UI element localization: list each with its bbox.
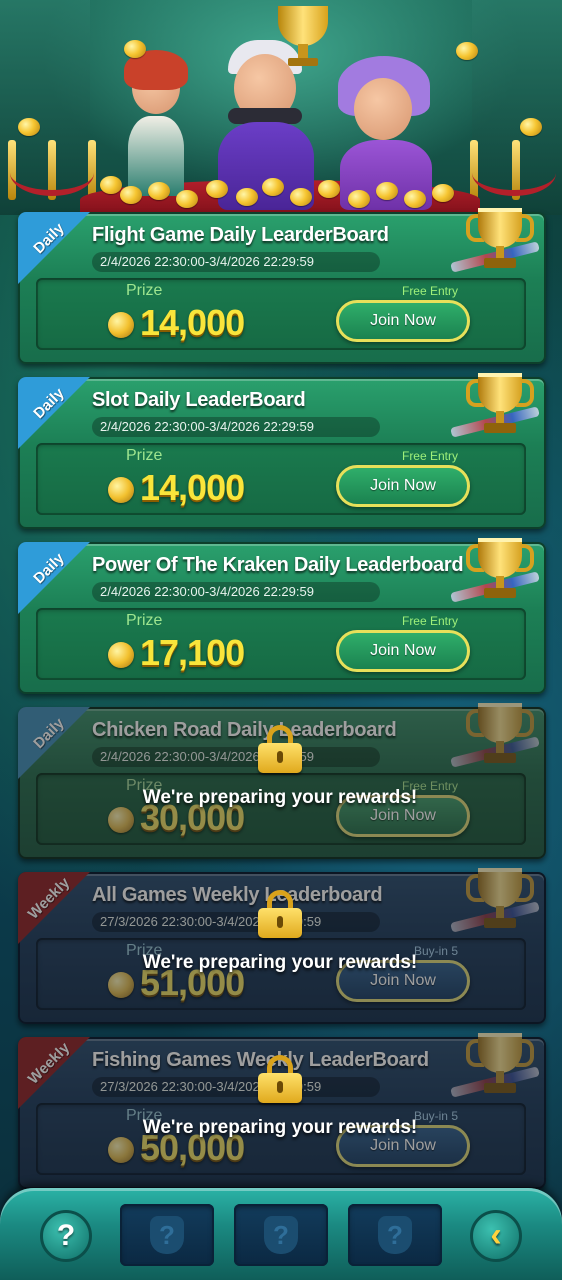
- question-shield-icon: ?: [264, 1216, 298, 1254]
- leaderboard-title: Slot Daily LeaderBoard: [92, 389, 306, 411]
- velvet-rope: [10, 150, 94, 196]
- leaderboard-title: Fishing Games Weekly LeaderBoard: [92, 1049, 429, 1071]
- entry-label: Buy-in 5: [413, 944, 458, 958]
- daily-tag: Daily: [18, 542, 90, 614]
- coin-icon: [108, 1137, 134, 1163]
- leaderboard-dates: 2/4/2026 22:30:00-3/4/2026 22:29:59: [92, 582, 380, 602]
- trophy-icon: [450, 695, 540, 785]
- leaderboard-title: Power Of The Kraken Daily Leaderboard: [92, 554, 464, 576]
- prize-value: 30,000: [140, 797, 245, 838]
- leaderboard-title: All Games Weekly Leaderboard: [92, 884, 383, 906]
- coin-icon: [108, 642, 134, 668]
- prize-label: Prize: [126, 1107, 163, 1124]
- weekly-tag: Weekly: [18, 872, 90, 944]
- prize-value: 14,000: [140, 467, 245, 508]
- leaderboard-card[interactable]: Daily Power Of The Kraken Daily Leaderbo…: [18, 538, 546, 694]
- mystery-slot-3[interactable]: ?: [348, 1204, 442, 1266]
- prize-value: 17,100: [140, 632, 245, 673]
- help-button[interactable]: ?: [40, 1210, 92, 1262]
- back-button[interactable]: ‹: [470, 1210, 522, 1262]
- leaderboard-card-locked: Daily Chicken Road Daily Leaderboard 2/4…: [18, 703, 546, 859]
- weekly-tag: Weekly: [18, 1037, 90, 1109]
- join-now-button: Join Now: [336, 795, 470, 837]
- prize-label: Prize: [126, 777, 163, 794]
- leaderboard-card-locked: Weekly Fishing Games Weekly LeaderBoard …: [18, 1033, 546, 1189]
- join-now-button: Join Now: [336, 1125, 470, 1167]
- hero-trophy-icon: [268, 6, 338, 76]
- prize-panel: Prize 14,000 Free Entry Join Now: [36, 443, 526, 515]
- join-now-button[interactable]: Join Now: [336, 300, 470, 342]
- coin-icon: [108, 312, 134, 338]
- join-now-button[interactable]: Join Now: [336, 630, 470, 672]
- hero-banner: [0, 0, 562, 215]
- join-now-button[interactable]: Join Now: [336, 465, 470, 507]
- entry-label: Free Entry: [401, 614, 458, 628]
- mystery-slot-1[interactable]: ?: [120, 1204, 214, 1266]
- trophy-icon: [450, 200, 540, 290]
- prize-value: 14,000: [140, 302, 245, 343]
- prize-label: Prize: [126, 282, 163, 299]
- leaderboard-card[interactable]: Daily Slot Daily LeaderBoard 2/4/2026 22…: [18, 373, 546, 529]
- prize-value: 50,000: [140, 1127, 245, 1168]
- leaderboard-title: Chicken Road Daily Leaderboard: [92, 719, 397, 741]
- leaderboard-dates: 27/3/2026 22:30:00-3/4/2026 22:29:59: [92, 1077, 380, 1097]
- prize-label: Prize: [126, 447, 163, 464]
- prize-panel: Prize 30,000 Free Entry Join Now: [36, 773, 526, 845]
- prize-panel: Prize 51,000 Buy-in 5 Join Now: [36, 938, 526, 1010]
- mystery-slot-2[interactable]: ?: [234, 1204, 328, 1266]
- entry-label: Free Entry: [401, 284, 458, 298]
- leaderboard-card-locked: Weekly All Games Weekly Leaderboard 27/3…: [18, 868, 546, 1024]
- daily-tag: Daily: [18, 377, 90, 449]
- leaderboard-dates: 27/3/2026 22:30:00-3/4/2026 22:29:59: [92, 912, 380, 932]
- entry-label: Free Entry: [401, 779, 458, 793]
- daily-tag: Daily: [18, 707, 90, 779]
- leaderboard-card[interactable]: Daily Flight Game Daily LearderBoard 2/4…: [18, 208, 546, 364]
- leaderboard-dates: 2/4/2026 22:30:00-3/4/2026 22:29:59: [92, 747, 380, 767]
- prize-value: 51,000: [140, 962, 245, 1003]
- trophy-icon: [450, 365, 540, 455]
- trophy-icon: [450, 860, 540, 950]
- coin-icon: [108, 807, 134, 833]
- trophy-icon: [450, 530, 540, 620]
- coin-icon: [108, 477, 134, 503]
- velvet-rope: [472, 150, 556, 196]
- bottom-bar: ? ? ? ? ‹: [0, 1188, 562, 1280]
- coin-icon: [108, 972, 134, 998]
- question-shield-icon: ?: [378, 1216, 412, 1254]
- trophy-icon: [450, 1025, 540, 1115]
- entry-label: Free Entry: [401, 449, 458, 463]
- prize-panel: Prize 14,000 Free Entry Join Now: [36, 278, 526, 350]
- prize-label: Prize: [126, 942, 163, 959]
- daily-tag: Daily: [18, 212, 90, 284]
- entry-label: Buy-in 5: [413, 1109, 458, 1123]
- prize-panel: Prize 17,100 Free Entry Join Now: [36, 608, 526, 680]
- leaderboard-dates: 2/4/2026 22:30:00-3/4/2026 22:29:59: [92, 417, 380, 437]
- leaderboard-dates: 2/4/2026 22:30:00-3/4/2026 22:29:59: [92, 252, 380, 272]
- question-shield-icon: ?: [150, 1216, 184, 1254]
- prize-panel: Prize 50,000 Buy-in 5 Join Now: [36, 1103, 526, 1175]
- leaderboard-title: Flight Game Daily LearderBoard: [92, 224, 389, 246]
- prize-label: Prize: [126, 612, 163, 629]
- join-now-button: Join Now: [336, 960, 470, 1002]
